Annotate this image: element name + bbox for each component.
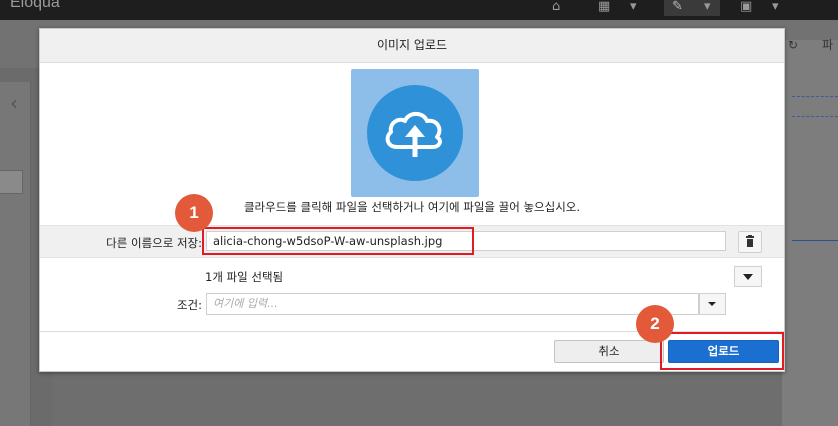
upload-hint-text: 클라우드를 클릭해 파일을 선택하거나 여기에 파일을 끌어 놓으십시오. [243,200,581,214]
background-left-widget [0,170,23,194]
background-right-label: 파 [822,38,834,52]
condition-label: 조건: [176,298,202,312]
step-badge-1: 1 [175,194,213,232]
background-right-panel [782,40,838,426]
condition-dropdown-button[interactable] [699,293,726,315]
delete-file-button[interactable] [738,231,762,253]
home-icon[interactable]: ⌂ [552,0,560,14]
background-canvas [52,372,782,426]
window-icon[interactable]: ▣ [740,0,752,14]
chevron-down-icon[interactable]: ▾ [630,0,637,14]
collapse-chevron-icon[interactable]: ‹ [0,92,28,114]
condition-input[interactable]: 여기에 입력... [206,293,699,315]
sync-icon[interactable]: ↻ [788,38,798,52]
background-dashed-line [792,96,838,97]
app-title: Eloqua [10,0,60,11]
selected-files-dropdown-button[interactable] [734,266,762,287]
background-dashed-line [792,116,838,117]
highlight-box-filename [202,227,474,255]
chevron-down-icon[interactable]: ▾ [704,0,711,14]
caret-down-icon [708,302,716,306]
chevron-down-icon[interactable]: ▾ [772,0,779,14]
trash-icon [746,235,754,247]
pencil-icon[interactable]: ✎ [672,0,683,14]
selected-files-count: 1개 파일 선택됨 [205,270,284,284]
top-nav-bar: Eloqua ⌂ ▦ ▾ ✎ ▾ ▣ ▾ [0,0,838,20]
cloud-upload-icon[interactable] [367,85,463,181]
save-as-label: 다른 이름으로 저장: [106,236,202,250]
background-left-panel: ‹ [0,82,31,426]
background-solid-line [792,240,838,241]
step-badge-2: 2 [636,305,674,343]
caret-down-icon [743,274,753,280]
dialog-title: 이미지 업로드 [40,29,784,63]
cancel-button[interactable]: 취소 [554,340,664,363]
briefcase-icon[interactable]: ▦ [598,0,610,14]
upload-cloud-button[interactable] [351,69,479,197]
highlight-box-upload [660,332,784,370]
